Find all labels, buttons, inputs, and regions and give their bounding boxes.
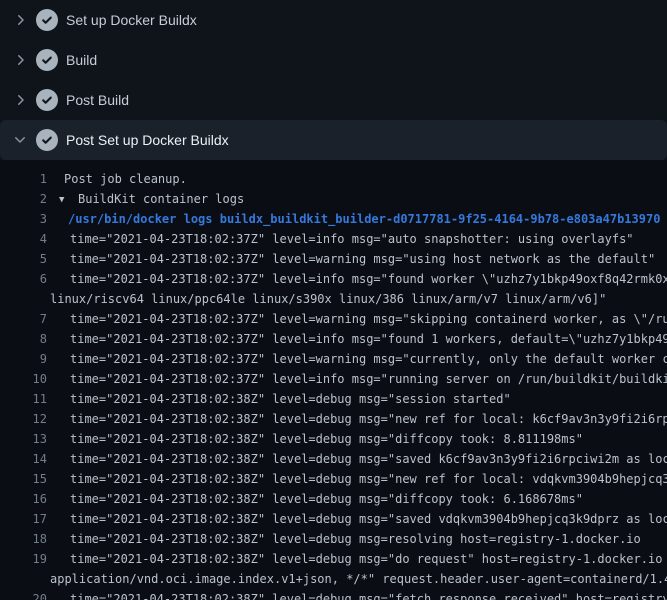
log-line: 2▼BuildKit container logs xyxy=(0,189,667,209)
log-line: 19time="2021-04-23T18:02:38Z" level=debu… xyxy=(0,549,667,569)
line-number[interactable]: 15 xyxy=(0,469,47,489)
check-circle-icon xyxy=(36,9,58,31)
line-number[interactable]: 13 xyxy=(0,429,47,449)
log-text: time="2021-04-23T18:02:38Z" level=debug … xyxy=(47,469,667,489)
step-title: Build xyxy=(66,52,97,68)
step-header-build[interactable]: Build xyxy=(0,40,667,80)
log-line: 7time="2021-04-23T18:02:37Z" level=warni… xyxy=(0,309,667,329)
chevron-right-icon[interactable] xyxy=(12,92,28,108)
log-line: 20time="2021-04-23T18:02:38Z" level=debu… xyxy=(0,589,667,600)
log-text: time="2021-04-23T18:02:37Z" level=info m… xyxy=(47,269,667,289)
log-text: time="2021-04-23T18:02:38Z" level=debug … xyxy=(47,489,667,509)
log-line: 13time="2021-04-23T18:02:38Z" level=debu… xyxy=(0,429,667,449)
line-number[interactable]: 7 xyxy=(0,309,47,329)
check-circle-icon xyxy=(36,49,58,71)
log-text: time="2021-04-23T18:02:37Z" level=warnin… xyxy=(47,249,667,269)
line-number xyxy=(0,289,47,309)
line-number[interactable]: 1 xyxy=(0,169,47,189)
log-line: 1Post job cleanup. xyxy=(0,169,667,189)
log-area: 1Post job cleanup.2▼BuildKit container l… xyxy=(0,160,667,600)
log-line: 8time="2021-04-23T18:02:37Z" level=info … xyxy=(0,329,667,349)
line-number[interactable]: 3 xyxy=(0,209,47,229)
log-text: time="2021-04-23T18:02:37Z" level=info m… xyxy=(47,329,667,349)
line-number[interactable]: 6 xyxy=(0,269,47,289)
log-line: 6time="2021-04-23T18:02:37Z" level=info … xyxy=(0,269,667,289)
line-number xyxy=(0,569,47,589)
log-line: 9time="2021-04-23T18:02:37Z" level=warni… xyxy=(0,349,667,369)
group-expander-icon[interactable]: ▼ xyxy=(59,190,78,209)
check-circle-icon xyxy=(36,89,58,111)
log-text: time="2021-04-23T18:02:37Z" level=warnin… xyxy=(47,309,667,329)
log-line: 16time="2021-04-23T18:02:38Z" level=debu… xyxy=(0,489,667,509)
log-line: application/vnd.oci.image.index.v1+json,… xyxy=(0,569,667,589)
log-line: 18time="2021-04-23T18:02:38Z" level=debu… xyxy=(0,529,667,549)
line-number[interactable]: 17 xyxy=(0,509,47,529)
chevron-down-icon[interactable] xyxy=(12,132,28,148)
log-text: time="2021-04-23T18:02:38Z" level=debug … xyxy=(47,589,667,600)
line-number[interactable]: 2 xyxy=(0,189,47,209)
log-text: time="2021-04-23T18:02:38Z" level=debug … xyxy=(47,429,667,449)
log-command-text: /usr/bin/docker logs buildx_buildkit_bui… xyxy=(47,209,667,229)
log-line: linux/riscv64 linux/ppc64le linux/s390x … xyxy=(0,289,667,309)
line-number[interactable]: 10 xyxy=(0,369,47,389)
step-header-post-set-up-docker-buildx[interactable]: Post Set up Docker Buildx xyxy=(0,120,667,160)
line-number[interactable]: 11 xyxy=(0,389,47,409)
step-title: Set up Docker Buildx xyxy=(66,12,197,28)
line-number[interactable]: 9 xyxy=(0,349,47,369)
log-text: time="2021-04-23T18:02:38Z" level=debug … xyxy=(47,409,667,429)
log-text: ▼BuildKit container logs xyxy=(47,189,667,209)
log-text: time="2021-04-23T18:02:38Z" level=debug … xyxy=(47,449,667,469)
line-number[interactable]: 18 xyxy=(0,529,47,549)
check-circle-icon xyxy=(36,129,58,151)
log-line: 4time="2021-04-23T18:02:37Z" level=info … xyxy=(0,229,667,249)
log-text: time="2021-04-23T18:02:37Z" level=info m… xyxy=(47,369,667,389)
line-number[interactable]: 4 xyxy=(0,229,47,249)
line-number[interactable]: 19 xyxy=(0,549,47,569)
log-text: time="2021-04-23T18:02:38Z" level=debug … xyxy=(47,529,667,549)
log-line: 12time="2021-04-23T18:02:38Z" level=debu… xyxy=(0,409,667,429)
log-text: time="2021-04-23T18:02:37Z" level=info m… xyxy=(47,229,667,249)
log-line: 5time="2021-04-23T18:02:37Z" level=warni… xyxy=(0,249,667,269)
line-number[interactable]: 16 xyxy=(0,489,47,509)
log-line: 3/usr/bin/docker logs buildx_buildkit_bu… xyxy=(0,209,667,229)
log-line: 14time="2021-04-23T18:02:38Z" level=debu… xyxy=(0,449,667,469)
actions-log-viewer: Set up Docker Buildx Build Post Build Post … xyxy=(0,0,667,600)
log-line: 11time="2021-04-23T18:02:38Z" level=debu… xyxy=(0,389,667,409)
group-title: BuildKit container logs xyxy=(78,192,244,206)
log-text: time="2021-04-23T18:02:38Z" level=debug … xyxy=(47,509,667,529)
line-number[interactable]: 12 xyxy=(0,409,47,429)
line-number[interactable]: 14 xyxy=(0,449,47,469)
log-line: 10time="2021-04-23T18:02:37Z" level=info… xyxy=(0,369,667,389)
step-list: Set up Docker Buildx Build Post Build Post … xyxy=(0,0,667,160)
log-text: linux/riscv64 linux/ppc64le linux/s390x … xyxy=(47,289,667,309)
line-number[interactable]: 20 xyxy=(0,589,47,600)
log-line: 15time="2021-04-23T18:02:38Z" level=debu… xyxy=(0,469,667,489)
log-text: time="2021-04-23T18:02:38Z" level=debug … xyxy=(47,389,667,409)
log-text: time="2021-04-23T18:02:37Z" level=warnin… xyxy=(47,349,667,369)
chevron-right-icon[interactable] xyxy=(12,12,28,28)
line-number[interactable]: 8 xyxy=(0,329,47,349)
log-text: time="2021-04-23T18:02:38Z" level=debug … xyxy=(47,549,667,569)
log-text: application/vnd.oci.image.index.v1+json,… xyxy=(47,569,667,589)
step-title: Post Set up Docker Buildx xyxy=(66,132,229,148)
chevron-right-icon[interactable] xyxy=(12,52,28,68)
step-header-set-up-docker-buildx[interactable]: Set up Docker Buildx xyxy=(0,0,667,40)
step-header-post-build[interactable]: Post Build xyxy=(0,80,667,120)
log-line: 17time="2021-04-23T18:02:38Z" level=debu… xyxy=(0,509,667,529)
line-number[interactable]: 5 xyxy=(0,249,47,269)
step-title: Post Build xyxy=(66,92,129,108)
log-text: Post job cleanup. xyxy=(47,169,667,189)
